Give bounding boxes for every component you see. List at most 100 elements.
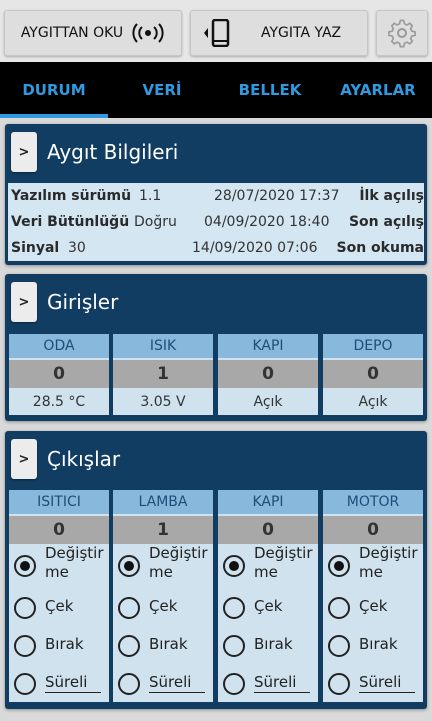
info-key: Veri Bütünlüğü (11, 214, 130, 230)
tab-bar: DURUM VERİ BELLEK AYARLAR (0, 62, 432, 118)
info-value: 30 (68, 240, 86, 256)
output-option-label: Bırak (359, 635, 398, 653)
tab-memory[interactable]: BELLEK (216, 62, 324, 118)
output-option-label: Değiştir me (45, 544, 104, 581)
info-datetime: 14/09/2020 07:06 (192, 240, 318, 256)
radio-unchecked-icon (328, 597, 350, 619)
inputs-header: > Girişler (11, 282, 118, 322)
output-option-label: Değiştir me (359, 544, 418, 581)
radio-unchecked-icon (14, 673, 36, 695)
radio-unchecked-icon (118, 673, 140, 695)
info-datetime: 04/09/2020 18:40 (204, 214, 330, 230)
output-name: ISITICI (9, 490, 109, 514)
read-button-label: AYGITTAN OKU (20, 25, 124, 41)
input-detail: 28.5 °C (32, 394, 86, 410)
info-key: Yazılım sürümü (11, 188, 132, 204)
input-name: DEPO (323, 334, 423, 358)
info-row: Yazılım sürümü 1.1 28/07/2020 17:37 İlk … (8, 185, 424, 209)
output-option-radio[interactable]: Değiştir me (113, 544, 213, 584)
input-column: KAPI 0 Açık (218, 334, 318, 415)
output-option-label: Süreli (149, 673, 206, 693)
output-option-radio[interactable]: Çek (9, 590, 109, 626)
output-option-radio[interactable]: Çek (113, 590, 213, 626)
device-info-header: > Aygıt Bilgileri (11, 132, 178, 172)
output-option-radio[interactable]: Değiştir me (218, 544, 318, 584)
output-column: LAMBA 1 Değiştir me Çek Bırak Süreli (113, 490, 213, 702)
info-event: Son okuma (336, 240, 424, 256)
input-name: ODA (9, 334, 109, 358)
input-column: DEPO 0 Açık (323, 334, 423, 415)
radio-unchecked-icon (328, 673, 350, 695)
input-column: ODA 0 28.5 °C (9, 334, 109, 415)
input-value: 0 (218, 360, 318, 388)
output-option-radio[interactable]: Bırak (113, 628, 213, 664)
output-option-label: Çek (359, 597, 388, 615)
output-option-radio[interactable]: Değiştir me (9, 544, 109, 584)
output-option-label: Değiştir me (254, 544, 313, 581)
info-row: Sinyal 30 14/09/2020 07:06 Son okuma (8, 237, 424, 261)
radio-unchecked-icon (118, 635, 140, 657)
output-option-radio[interactable]: Bırak (9, 628, 109, 664)
input-detail: 3.05 V (140, 394, 186, 410)
output-name: LAMBA (113, 490, 213, 514)
output-column: ISITICI 0 Değiştir me Çek Bırak Süreli (9, 490, 109, 702)
output-value: 0 (218, 516, 318, 544)
radio-checked-icon (223, 555, 245, 577)
output-option-label: Bırak (45, 635, 84, 653)
read-from-device-button[interactable]: AYGITTAN OKU (4, 10, 182, 56)
radio-unchecked-icon (14, 635, 36, 657)
outputs-expand-button[interactable]: > (11, 439, 37, 479)
output-option-radio[interactable]: Süreli (323, 666, 423, 702)
output-column: MOTOR 0 Değiştir me Çek Bırak Süreli (323, 490, 423, 702)
output-option-radio[interactable]: Çek (323, 590, 423, 626)
gear-icon (388, 19, 416, 48)
radio-checked-icon (328, 555, 350, 577)
output-value: 0 (323, 516, 423, 544)
output-name: MOTOR (323, 490, 423, 514)
radio-checked-icon (118, 555, 140, 577)
output-option-label: Süreli (254, 673, 311, 693)
write-to-device-button[interactable]: AYGITA YAZ (190, 10, 368, 56)
tab-settings[interactable]: AYARLAR (324, 62, 432, 118)
info-event: Son açılış (348, 214, 424, 230)
output-option-label: Çek (149, 597, 178, 615)
info-row: Veri Bütünlüğü Doğru 04/09/2020 18:40 So… (8, 211, 424, 235)
output-value: 0 (9, 516, 109, 544)
device-info-title: Aygıt Bilgileri (47, 140, 179, 164)
output-option-radio[interactable]: Çek (218, 590, 318, 626)
radio-checked-icon (14, 555, 36, 577)
settings-button[interactable] (376, 10, 428, 56)
radio-unchecked-icon (118, 597, 140, 619)
write-button-label: AYGITA YAZ (261, 25, 342, 41)
output-option-radio[interactable]: Süreli (113, 666, 213, 702)
output-option-label: Değiştir me (149, 544, 208, 581)
inputs-expand-button[interactable]: > (11, 282, 37, 322)
tab-status[interactable]: DURUM (0, 62, 108, 118)
phone-icon (204, 19, 230, 47)
inputs-title: Girişler (47, 290, 119, 314)
output-column: KAPI 0 Değiştir me Çek Bırak Süreli (218, 490, 318, 702)
radio-unchecked-icon (223, 597, 245, 619)
output-option-radio[interactable]: Bırak (218, 628, 318, 664)
output-option-label: Bırak (254, 635, 293, 653)
input-column: ISIK 1 3.05 V (113, 334, 213, 415)
outputs-title: Çıkışlar (47, 447, 121, 471)
input-name: ISIK (113, 334, 213, 358)
outputs-header: > Çıkışlar (11, 439, 120, 479)
toolbar: AYGITTAN OKU AYGITA YAZ (0, 0, 432, 62)
radio-unchecked-icon (328, 635, 350, 657)
wireless-signal-icon (132, 23, 164, 43)
tab-data[interactable]: VERİ (108, 62, 216, 118)
info-event: İlk açılış (359, 188, 424, 204)
radio-unchecked-icon (14, 597, 36, 619)
output-value: 1 (113, 516, 213, 544)
info-value: 1.1 (139, 188, 162, 204)
output-option-radio[interactable]: Değiştir me (323, 544, 423, 584)
output-option-label: Çek (254, 597, 283, 615)
output-option-radio[interactable]: Bırak (323, 628, 423, 664)
output-option-radio[interactable]: Süreli (218, 666, 318, 702)
device-info-card: > Aygıt Bilgileri Yazılım sürümü 1.1 28/… (5, 124, 427, 265)
active-tab-indicator (0, 114, 108, 118)
device-info-expand-button[interactable]: > (11, 132, 37, 172)
output-option-radio[interactable]: Süreli (9, 666, 109, 702)
